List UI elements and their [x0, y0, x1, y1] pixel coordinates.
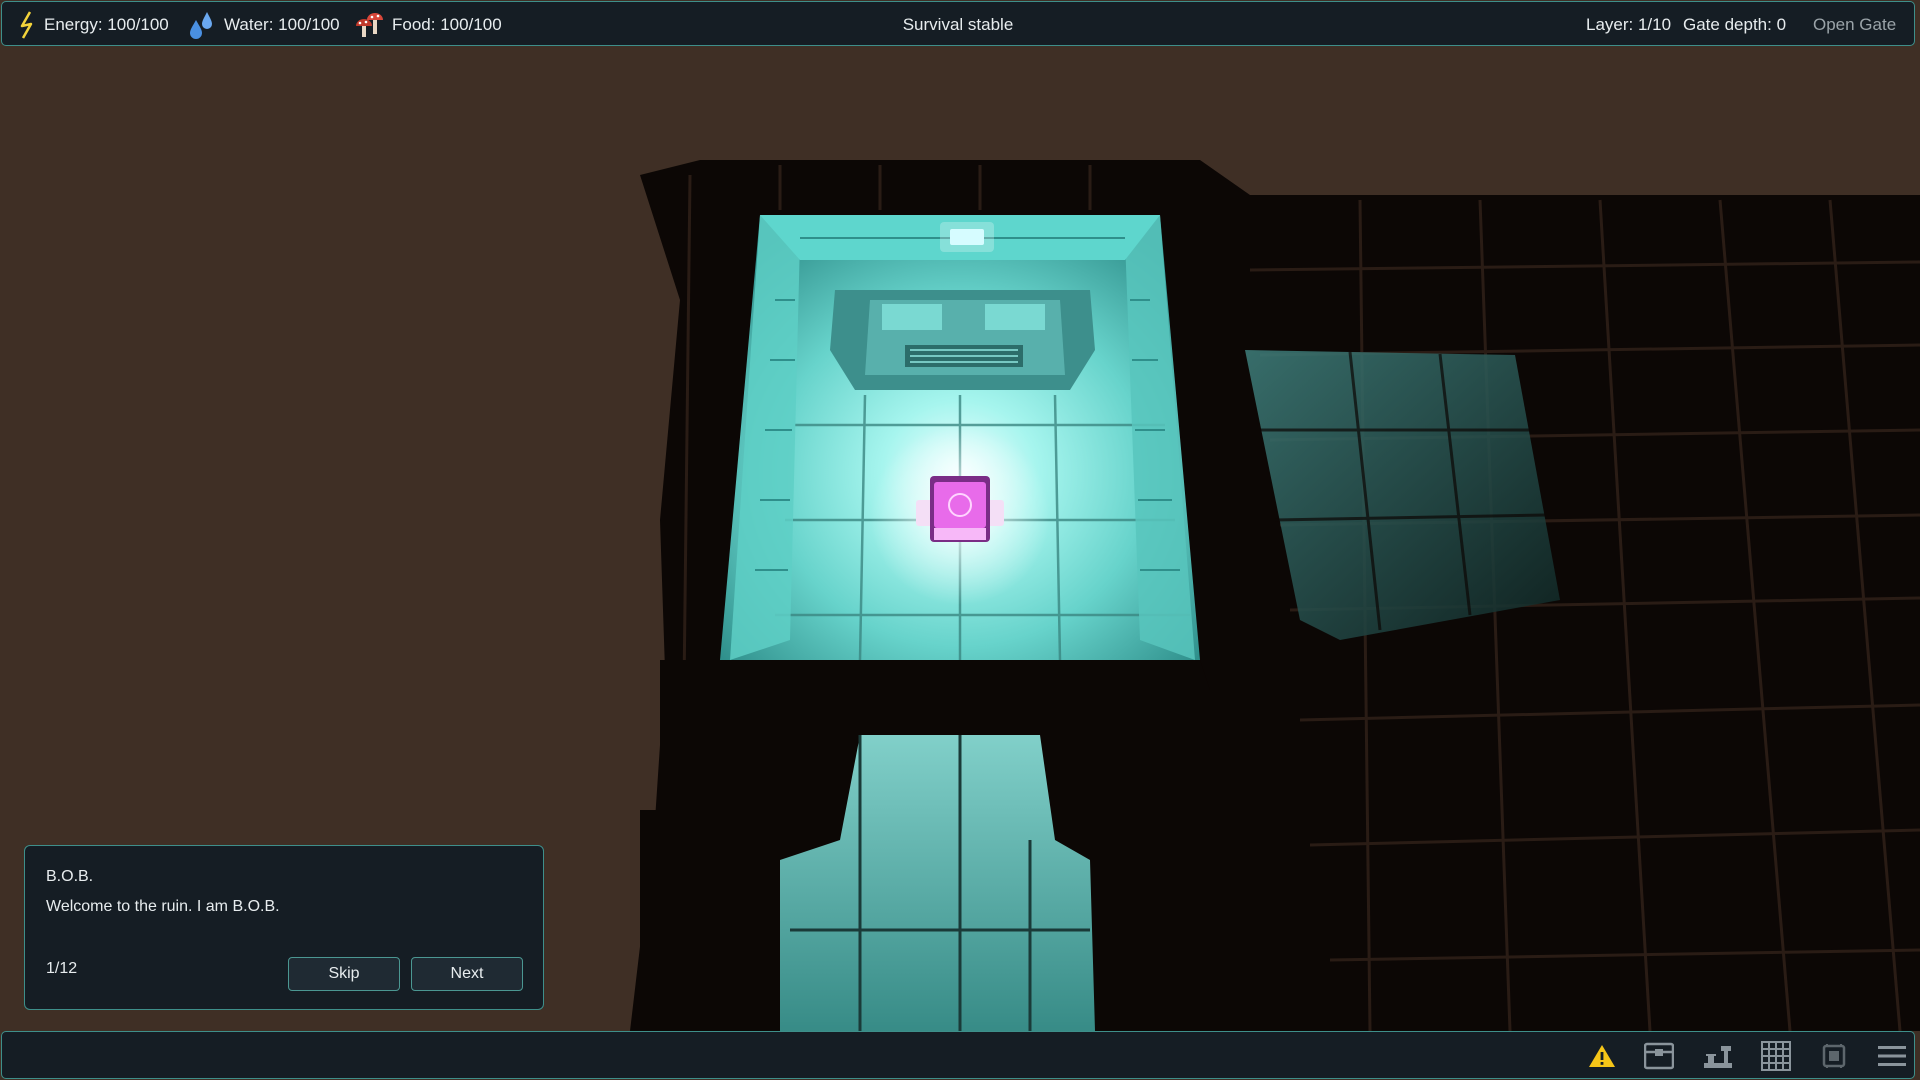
warning-icon[interactable] — [1585, 1041, 1619, 1071]
grid-icon[interactable] — [1759, 1041, 1793, 1071]
menu-icon[interactable] — [1875, 1041, 1909, 1071]
food-indicator: Food: 100/100 — [354, 2, 502, 47]
water-drops-icon — [190, 11, 212, 39]
dialog-progress: 1/12 — [46, 960, 78, 977]
player-robot[interactable] — [870, 425, 1050, 605]
energy-value: Energy: 100/100 — [44, 14, 169, 34]
water-indicator: Water: 100/100 — [188, 2, 340, 47]
mushroom-food-icon — [356, 12, 383, 37]
bottom-toolbar — [1, 1031, 1915, 1079]
device-icon[interactable] — [1817, 1041, 1851, 1071]
dialog-message: Welcome to the ruin. I am B.O.B. — [46, 898, 280, 915]
water-value: Water: 100/100 — [224, 14, 340, 34]
energy-bolt-icon — [20, 10, 33, 39]
tutorial-dialog: B.O.B. Welcome to the ruin. I am B.O.B. … — [24, 845, 544, 1010]
gate-depth-indicator: Gate depth: 0 — [1683, 15, 1787, 34]
console-machine[interactable] — [830, 290, 1095, 390]
energy-indicator: Energy: 100/100 — [18, 2, 169, 47]
next-button[interactable]: Next — [411, 957, 523, 991]
open-gate-button[interactable]: Open Gate — [1813, 2, 1896, 47]
dialog-speaker: B.O.B. — [46, 868, 94, 885]
food-value: Food: 100/100 — [392, 14, 502, 34]
build-tools-icon[interactable] — [1701, 1041, 1735, 1071]
top-hud-bar: Energy: 100/100 Water: 100/100 Food: 100… — [1, 1, 1915, 46]
layer-indicator: Layer: 1/10 — [1586, 15, 1672, 34]
storage-chest-icon[interactable] — [1642, 1041, 1676, 1071]
skip-button[interactable]: Skip — [288, 957, 400, 991]
